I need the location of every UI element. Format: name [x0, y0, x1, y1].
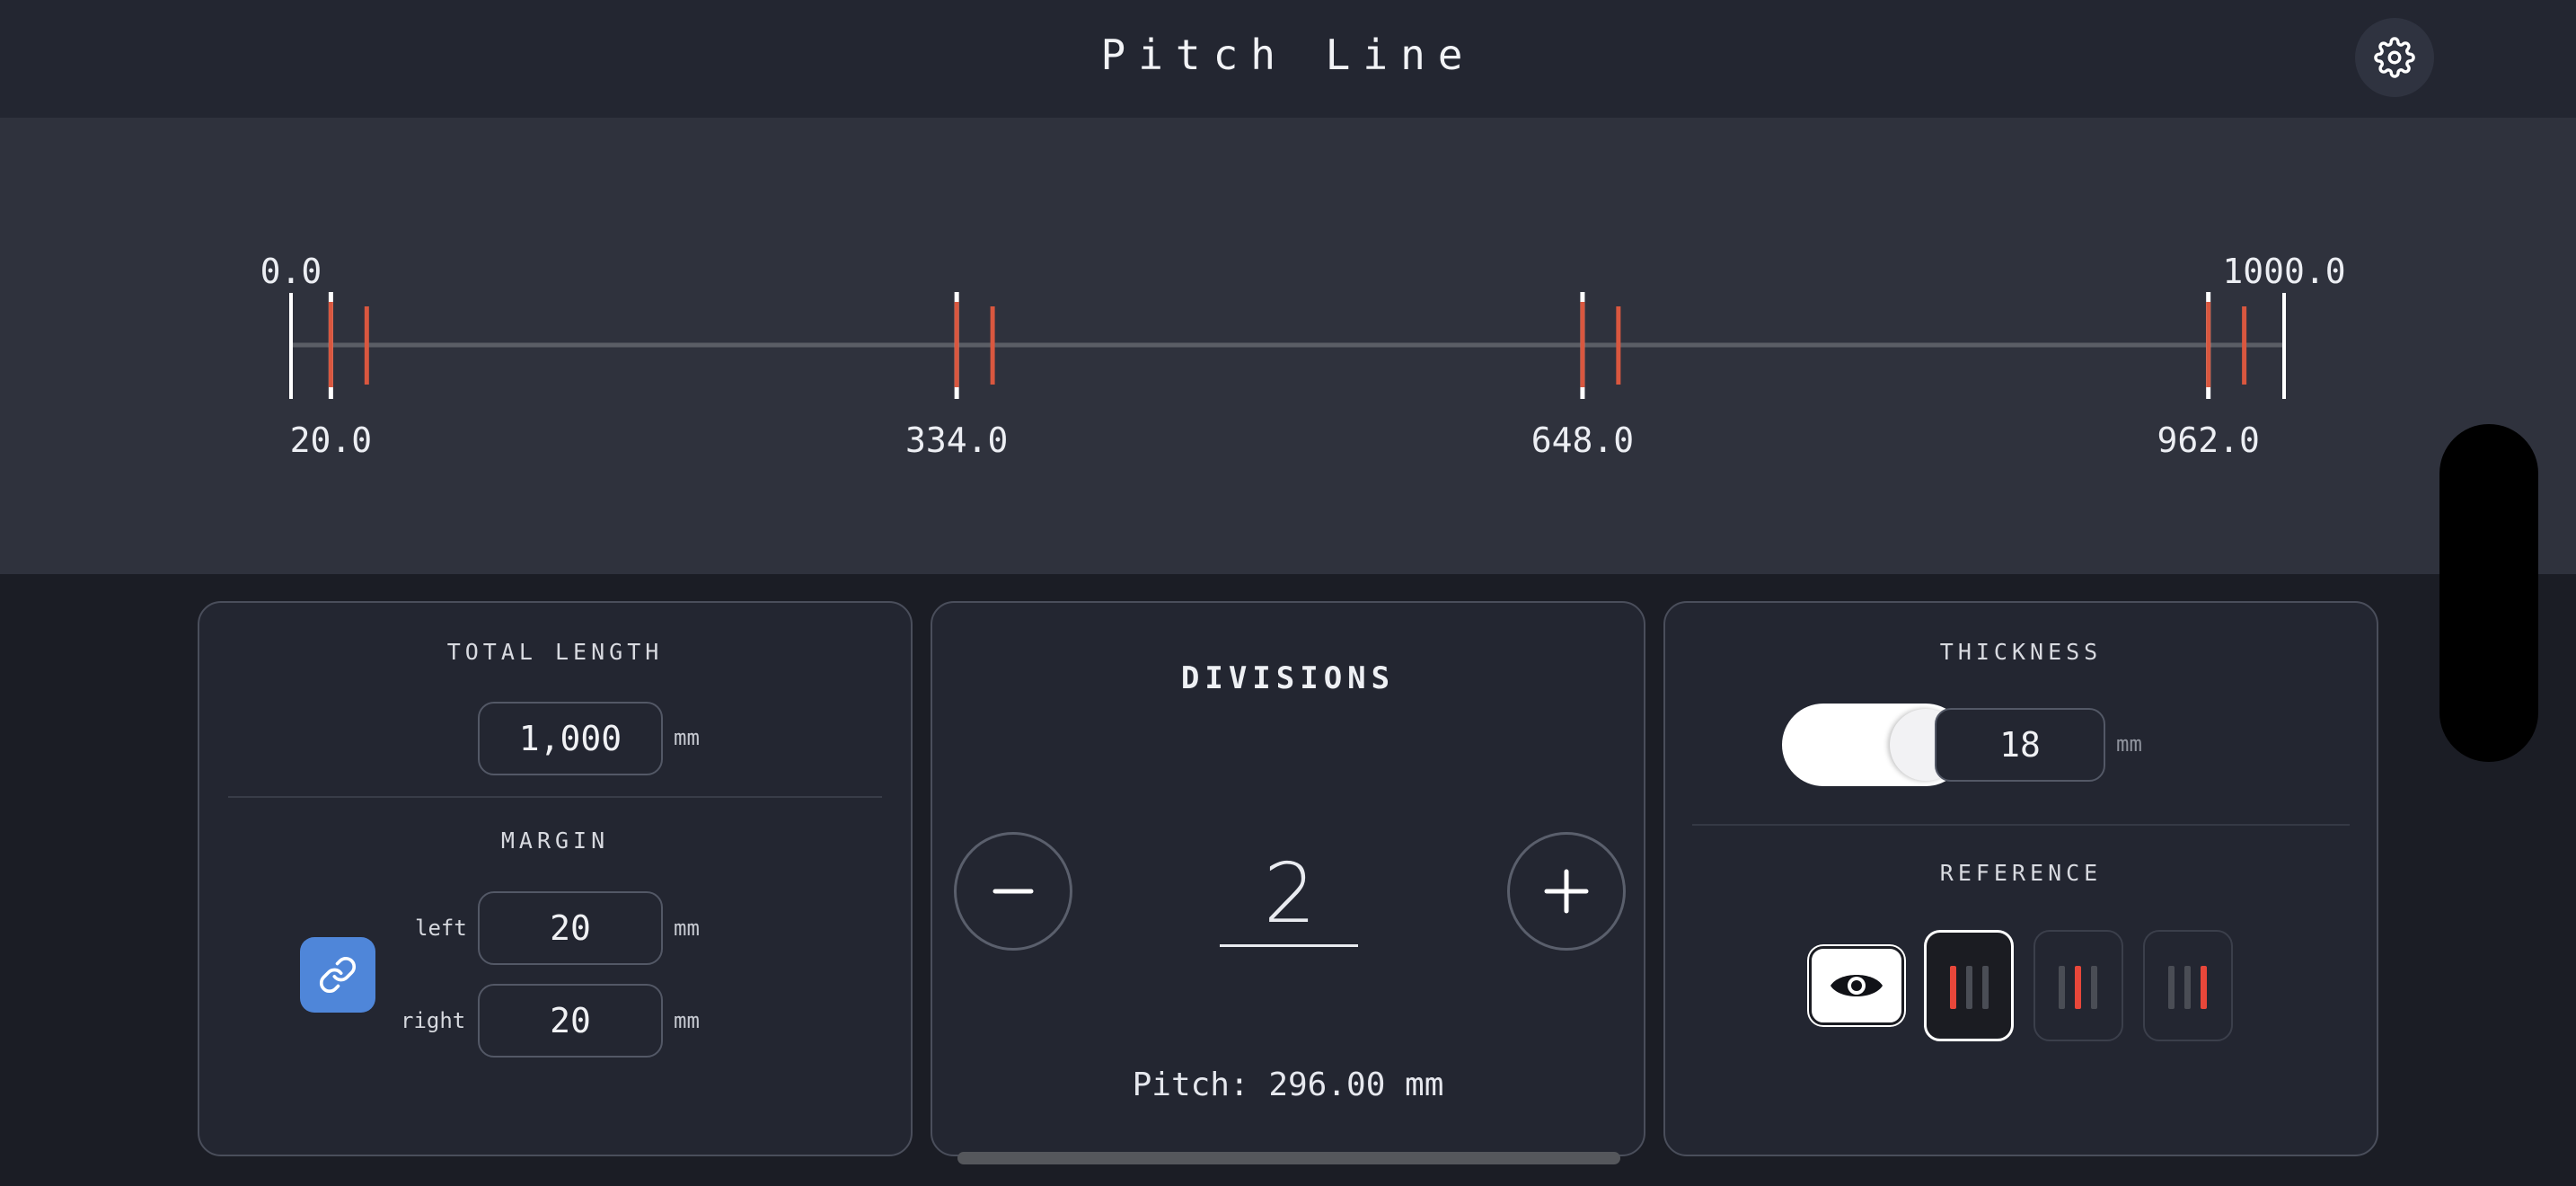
home-indicator	[957, 1152, 1620, 1164]
pitch-label: 20.0	[290, 420, 373, 460]
thickness-unit: mm	[2116, 731, 2142, 757]
app-header: Pitch Line	[0, 0, 2576, 118]
margin-left-unit: mm	[674, 916, 700, 941]
plus-icon	[1544, 869, 1589, 914]
left-reference-icon	[1950, 966, 1989, 1009]
settings-button[interactable]	[2355, 18, 2434, 97]
total-length-input[interactable]: 1,000	[478, 702, 663, 775]
reference-visibility-button[interactable]	[1809, 946, 1904, 1025]
pitch-label: 334.0	[905, 420, 1008, 460]
length-panel: TOTAL LENGTH 1,000 mm MARGIN left 20 mm …	[198, 601, 913, 1156]
link-icon	[319, 956, 357, 994]
decrement-button[interactable]	[954, 832, 1072, 951]
divisions-label: DIVISIONS	[1180, 660, 1396, 696]
panel-divider	[228, 796, 882, 798]
margin-label: MARGIN	[500, 828, 610, 854]
pitch-ruler: 0.0 1000.0 20.0 334.0 648.0 962.0	[260, 252, 2346, 460]
margin-right-unit: mm	[674, 1008, 700, 1033]
margin-left-input[interactable]: 20	[478, 891, 663, 965]
reference-label: REFERENCE	[1939, 860, 2103, 886]
ruler-end-label: 0.0	[260, 252, 322, 291]
ruler-end-label: 1000.0	[2222, 252, 2345, 291]
margin-left-label: left	[415, 916, 467, 941]
panel-divider	[1692, 824, 2350, 826]
eye-icon	[1831, 975, 1883, 996]
total-length-unit: mm	[674, 725, 700, 750]
divisions-underline	[1220, 944, 1358, 947]
divisions-panel: DIVISIONS 2 Pitch: 296.00 mm	[931, 601, 1645, 1156]
thickness-input[interactable]: 18	[1935, 708, 2105, 782]
minus-icon	[992, 889, 1034, 894]
reference-left-button[interactable]	[1924, 930, 2014, 1041]
pitch-ruler-area: 0.0 1000.0 20.0 334.0 648.0 962.0	[0, 118, 2576, 574]
right-reference-icon	[2168, 966, 2207, 1009]
side-scroll-handle[interactable]	[2439, 424, 2538, 762]
app-title: Pitch Line	[1100, 31, 1476, 79]
thickness-panel: THICKNESS 18 mm REFERENCE	[1663, 601, 2378, 1156]
gear-icon	[2374, 37, 2415, 78]
margin-right-label: right	[401, 1008, 466, 1033]
total-length-label: TOTAL LENGTH	[446, 639, 664, 665]
reference-center-button[interactable]	[2033, 930, 2123, 1041]
link-margins-button[interactable]	[300, 937, 375, 1013]
center-reference-icon	[2059, 966, 2097, 1009]
pitch-label: 962.0	[2157, 420, 2259, 460]
increment-button[interactable]	[1507, 832, 1626, 951]
pitch-label: 648.0	[1531, 420, 1634, 460]
margin-right-input[interactable]: 20	[478, 984, 663, 1058]
thickness-label: THICKNESS	[1939, 639, 2103, 665]
pitch-readout: Pitch: 296.00 mm	[1132, 1067, 1444, 1103]
divisions-value[interactable]: 2	[1220, 845, 1360, 942]
reference-right-button[interactable]	[2143, 930, 2233, 1041]
